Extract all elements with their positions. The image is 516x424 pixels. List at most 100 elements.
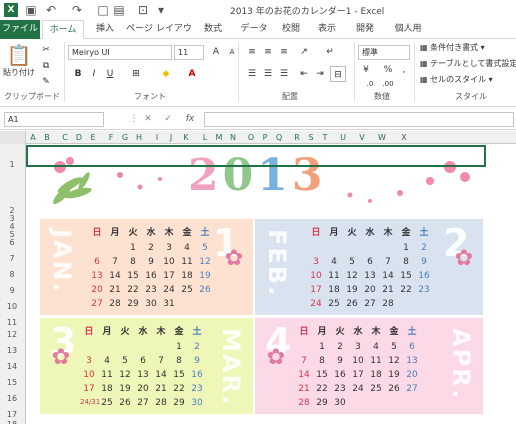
- font-name-select[interactable]: Meiryo UI: [68, 45, 172, 60]
- column-header[interactable]: R: [288, 131, 306, 144]
- wrap-text-icon[interactable]: ↵: [322, 44, 338, 60]
- save-icon[interactable]: ▣: [24, 3, 38, 17]
- row-header[interactable]: 7: [0, 254, 24, 263]
- increase-indent-icon[interactable]: ⇥: [312, 66, 328, 82]
- paste-icon[interactable]: 📋: [6, 42, 32, 68]
- align-top-icon[interactable]: ≡: [244, 44, 260, 60]
- name-box[interactable]: A1: [4, 112, 104, 127]
- align-center-icon[interactable]: ☰: [260, 66, 276, 82]
- column-header[interactable]: M: [214, 131, 224, 144]
- row-header[interactable]: 18: [0, 420, 24, 424]
- row-header[interactable]: 14: [0, 362, 24, 371]
- tab-developer[interactable]: 開発: [350, 20, 380, 39]
- new-file-icon[interactable]: □: [96, 3, 110, 17]
- calendar-day: 26: [346, 299, 358, 309]
- undo-icon[interactable]: ↶: [44, 3, 58, 17]
- camera-icon[interactable]: ⊡: [136, 3, 150, 17]
- customize-qat-icon[interactable]: ▾: [154, 3, 168, 17]
- row-header[interactable]: 11: [0, 318, 24, 327]
- row-header[interactable]: 16: [0, 394, 24, 403]
- column-header[interactable]: X: [392, 131, 416, 144]
- copy-icon[interactable]: ⧉: [38, 58, 54, 74]
- column-header[interactable]: U: [334, 131, 352, 144]
- column-header[interactable]: O: [242, 131, 260, 144]
- column-header[interactable]: W: [372, 131, 392, 144]
- tab-home[interactable]: ホーム: [42, 20, 84, 39]
- calendar-day: 15: [127, 271, 139, 281]
- row-header[interactable]: 8: [0, 270, 24, 279]
- number-format-select[interactable]: 標準: [358, 45, 410, 60]
- format-as-table-button[interactable]: ▦ テーブルとして書式設定: [420, 58, 516, 69]
- font-color-icon[interactable]: A: [184, 66, 200, 82]
- bold-button[interactable]: B: [70, 66, 86, 82]
- tab-file[interactable]: ファイル: [0, 20, 40, 39]
- row-header[interactable]: 9: [0, 286, 24, 295]
- increase-decimal-icon[interactable]: .0: [362, 76, 378, 92]
- redo-icon[interactable]: ↷: [70, 3, 84, 17]
- row-header[interactable]: 12: [0, 330, 24, 339]
- align-middle-icon[interactable]: ≡: [260, 44, 276, 60]
- font-size-select[interactable]: 11: [174, 45, 204, 60]
- tab-page-layout[interactable]: ページ レイアウト: [126, 20, 192, 53]
- increase-font-icon[interactable]: A: [208, 44, 224, 60]
- fill-color-icon[interactable]: ◆: [158, 66, 174, 82]
- row-header[interactable]: 6: [0, 238, 24, 247]
- weekday-label: 日: [299, 327, 309, 337]
- row-header[interactable]: 15: [0, 378, 24, 387]
- month-name: JAN.: [48, 229, 76, 294]
- align-right-icon[interactable]: ☰: [276, 66, 292, 82]
- row-header[interactable]: 10: [0, 302, 24, 311]
- cancel-icon[interactable]: ✕: [140, 111, 156, 127]
- tab-formulas[interactable]: 数式: [198, 20, 228, 39]
- column-header[interactable]: G: [120, 131, 130, 144]
- tab-personal[interactable]: 個人用: [388, 20, 428, 39]
- column-header[interactable]: F: [102, 131, 120, 144]
- cut-icon[interactable]: ✂: [38, 42, 54, 58]
- insert-function-icon[interactable]: fx: [182, 111, 198, 127]
- column-header[interactable]: L: [196, 131, 214, 144]
- decrease-indent-icon[interactable]: ⇤: [296, 66, 312, 82]
- column-header[interactable]: A: [28, 131, 38, 144]
- conditional-format-button[interactable]: ▦ 条件付き書式 ▾: [420, 42, 485, 53]
- column-header[interactable]: B: [38, 131, 56, 144]
- flower-icon: ✿: [454, 246, 474, 271]
- weekday-label: 土: [407, 327, 417, 337]
- column-header[interactable]: C: [56, 131, 74, 144]
- tab-data[interactable]: データ: [236, 20, 272, 39]
- align-bottom-icon[interactable]: ≡: [276, 44, 292, 60]
- column-header[interactable]: J: [166, 131, 176, 144]
- column-header[interactable]: N: [224, 131, 242, 144]
- row-header[interactable]: 17: [0, 410, 24, 419]
- align-left-icon[interactable]: ☰: [244, 66, 260, 82]
- row-header[interactable]: 1: [0, 160, 24, 169]
- column-header[interactable]: E: [84, 131, 102, 144]
- column-header[interactable]: P: [260, 131, 270, 144]
- column-header[interactable]: T: [316, 131, 334, 144]
- border-icon[interactable]: ⊞: [128, 66, 144, 82]
- print-preview-icon[interactable]: ▤: [112, 3, 126, 17]
- select-all-corner[interactable]: [0, 131, 26, 144]
- column-header[interactable]: S: [306, 131, 316, 144]
- orientation-icon[interactable]: ↗: [296, 44, 312, 60]
- tab-review[interactable]: 校閲: [276, 20, 306, 39]
- column-header[interactable]: K: [176, 131, 196, 144]
- calendar-day: 29: [316, 398, 328, 408]
- decrease-decimal-icon[interactable]: .00: [380, 76, 396, 92]
- row-header[interactable]: 13: [0, 346, 24, 355]
- tab-view[interactable]: 表示: [312, 20, 342, 39]
- column-header[interactable]: I: [148, 131, 166, 144]
- enter-icon[interactable]: ✓: [160, 111, 176, 127]
- merge-center-icon[interactable]: ⊟: [330, 66, 346, 82]
- cell-styles-button[interactable]: ▦ セルのスタイル ▾: [420, 74, 493, 85]
- format-painter-icon[interactable]: ✎: [38, 74, 54, 90]
- column-header[interactable]: V: [352, 131, 372, 144]
- formula-input[interactable]: [204, 112, 514, 127]
- underline-button[interactable]: U: [102, 66, 118, 82]
- italic-button[interactable]: I: [86, 66, 102, 82]
- column-header[interactable]: Q: [270, 131, 288, 144]
- comma-icon[interactable]: ,: [396, 62, 412, 78]
- column-header[interactable]: H: [130, 131, 148, 144]
- tab-insert[interactable]: 挿入: [90, 20, 120, 39]
- paste-button[interactable]: 貼り付け: [3, 67, 35, 78]
- column-header[interactable]: D: [74, 131, 84, 144]
